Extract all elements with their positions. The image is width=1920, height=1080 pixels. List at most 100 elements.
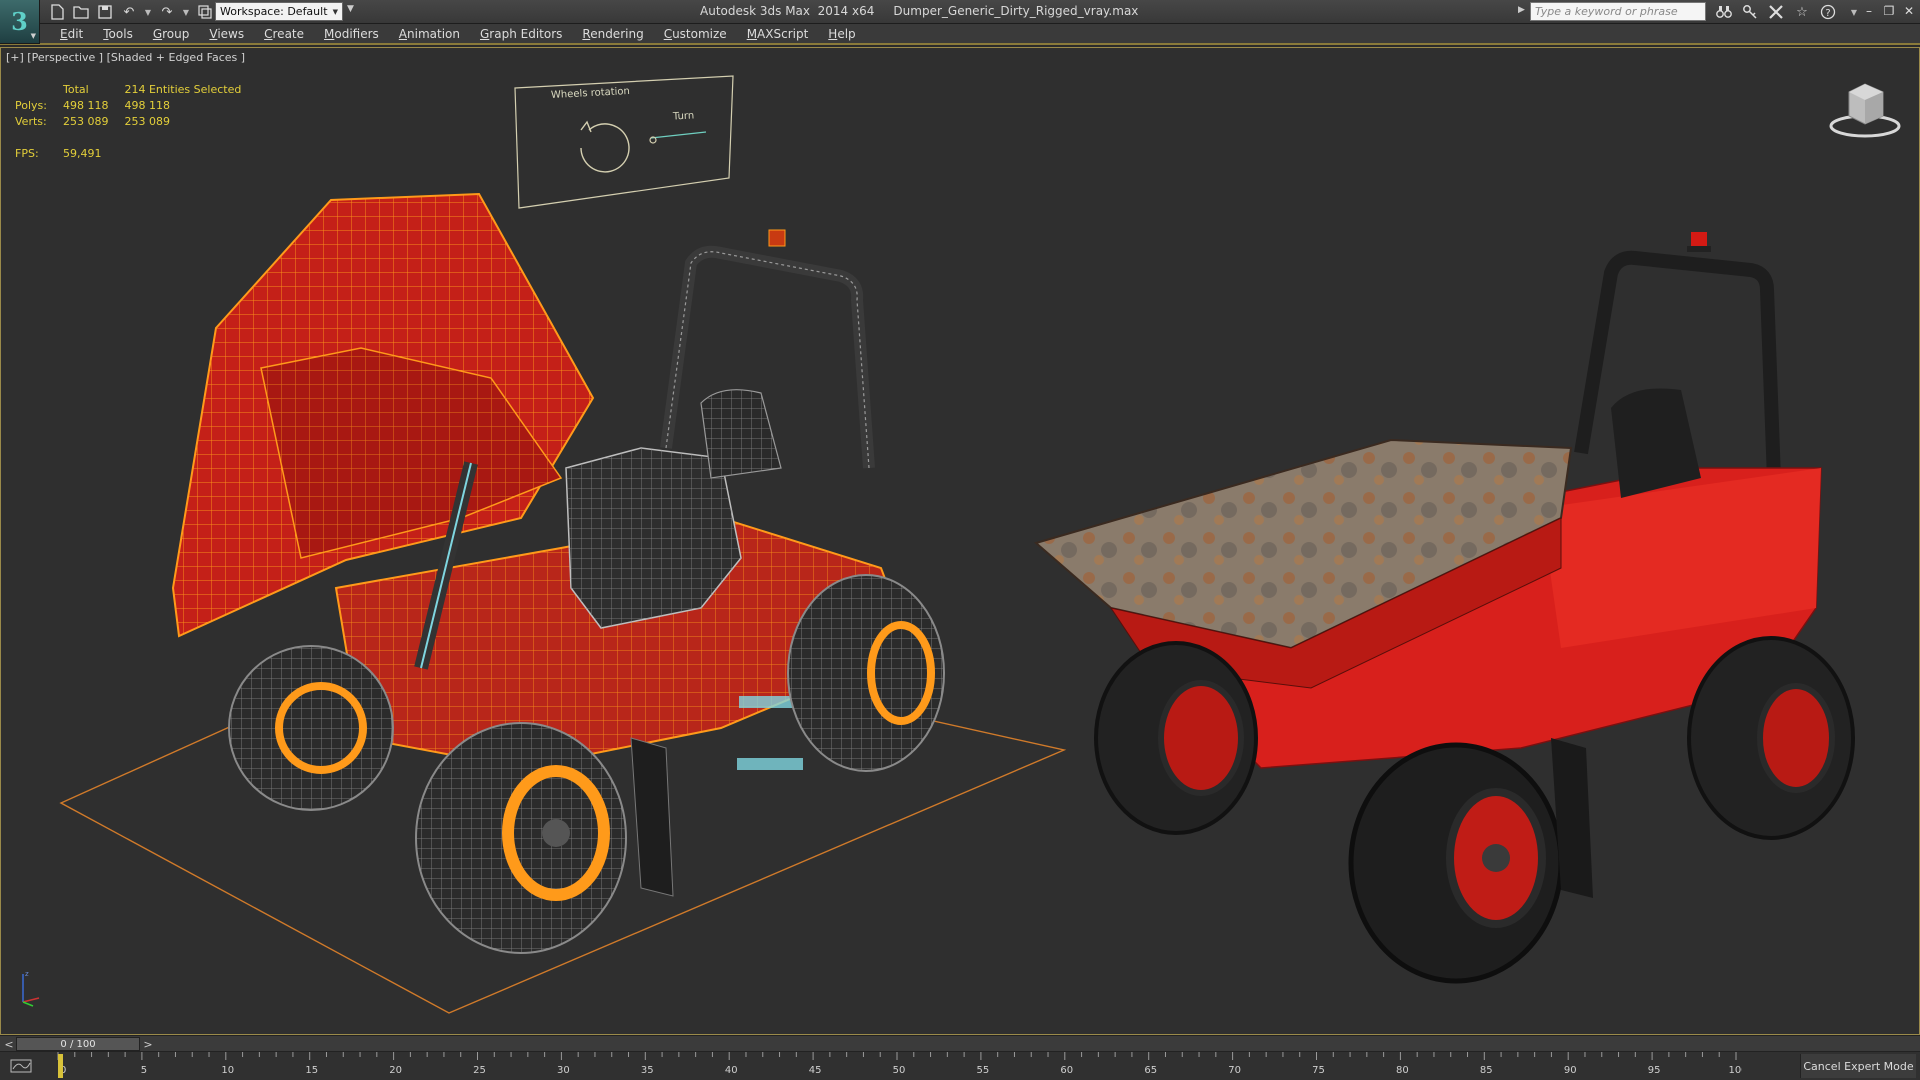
ruler-label: 90 bbox=[1564, 1065, 1577, 1076]
ruler-label: 80 bbox=[1396, 1065, 1409, 1076]
viewcube-icon[interactable] bbox=[1827, 78, 1903, 140]
customize-toolbar-icon[interactable]: ▼ bbox=[347, 4, 354, 14]
menu-edit[interactable]: Edit bbox=[50, 24, 93, 45]
menu-animation[interactable]: Animation bbox=[389, 24, 470, 45]
mini-curve-editor-icon[interactable] bbox=[6, 1057, 36, 1075]
menu-group[interactable]: Group bbox=[143, 24, 200, 45]
rendered-wheel-rear-left bbox=[1094, 641, 1258, 835]
ruler-label: 75 bbox=[1312, 1065, 1325, 1076]
ruler-label: 100 bbox=[1728, 1065, 1742, 1076]
application-menu-button[interactable]: 3 ▼ bbox=[0, 0, 40, 44]
menu-customize[interactable]: Customize bbox=[654, 24, 737, 45]
ruler-label: 40 bbox=[725, 1065, 738, 1076]
wireframe-wheel-rear-right bbox=[787, 574, 945, 772]
ruler-label: 25 bbox=[473, 1065, 486, 1076]
workspace-dropdown[interactable]: Workspace: Default ▼ bbox=[215, 2, 343, 21]
ruler-label: 85 bbox=[1480, 1065, 1493, 1076]
redo-dropdown-icon[interactable]: ▼ bbox=[180, 2, 192, 22]
ruler-label: 50 bbox=[893, 1065, 906, 1076]
ruler-label: 65 bbox=[1144, 1065, 1157, 1076]
info-center-toolbar: ☆ ? ▼ bbox=[1712, 2, 1866, 22]
stats-verts-total: 253 089 bbox=[62, 115, 109, 128]
window-controls: – ❐ ✕ bbox=[1860, 2, 1918, 20]
menu-create[interactable]: Create bbox=[254, 24, 314, 45]
rendered-dumper-model bbox=[1033, 232, 1855, 984]
stats-fps-value: 59,491 bbox=[62, 147, 102, 160]
time-slider-thumb[interactable]: 0 / 100 bbox=[16, 1037, 140, 1051]
menu-views[interactable]: Views bbox=[199, 24, 254, 45]
save-icon[interactable] bbox=[94, 2, 116, 22]
frame-ruler[interactable]: 0 5 10 15 20 25 30 35 40 45 50 55 60 65 70 75 80 85 90 95 10… bbox=[56, 1052, 1742, 1080]
time-slider[interactable]: < 0 / 100 > bbox=[0, 1035, 1920, 1052]
ruler-label: 15 bbox=[305, 1065, 318, 1076]
window-title: Autodesk 3ds Max 2014 x64 Dumper_Generic… bbox=[700, 4, 1139, 18]
exchange-icon[interactable] bbox=[1764, 2, 1788, 22]
stats-fps-label: FPS: bbox=[15, 147, 39, 160]
time-prev-button[interactable]: < bbox=[2, 1036, 16, 1052]
menu-maxscript[interactable]: MAXScript bbox=[737, 24, 819, 45]
binoculars-icon[interactable] bbox=[1712, 2, 1736, 22]
rendered-wheel-front bbox=[1348, 742, 1564, 984]
svg-text:z: z bbox=[25, 970, 29, 978]
track-bar: 0 5 10 15 20 25 30 35 40 45 50 55 60 65 70 75 80 85 90 95 10… bbox=[0, 1052, 1920, 1080]
current-frame-marker[interactable] bbox=[58, 1054, 63, 1078]
restore-icon[interactable]: ❐ bbox=[1880, 2, 1898, 20]
stats-verts-selected: 253 089 bbox=[124, 115, 170, 128]
undo-dropdown-icon[interactable]: ▼ bbox=[142, 2, 154, 22]
ruler-label: 10 bbox=[221, 1065, 234, 1076]
quick-access-toolbar: ↶ ▼ ↷ ▼ bbox=[46, 2, 216, 22]
scene-render bbox=[59, 192, 1855, 1014]
scene-statistics: Total 214 Entities Selected Polys: 498 1… bbox=[15, 82, 257, 162]
ruler-label: 45 bbox=[809, 1065, 822, 1076]
ruler-label: 70 bbox=[1228, 1065, 1241, 1076]
cancel-expert-mode-button[interactable]: Cancel Expert Mode bbox=[1800, 1054, 1916, 1078]
app-logo-glyph: 3 bbox=[11, 7, 28, 36]
stats-polys-total: 498 118 bbox=[62, 99, 109, 112]
stats-total-header: Total bbox=[62, 83, 89, 96]
redo-icon[interactable]: ↷ bbox=[156, 2, 178, 22]
search-input[interactable] bbox=[1530, 2, 1706, 21]
open-folder-icon[interactable] bbox=[70, 2, 92, 22]
beacon-light-wireframe bbox=[768, 229, 786, 247]
close-icon[interactable]: ✕ bbox=[1900, 2, 1918, 20]
ruler-label: 35 bbox=[641, 1065, 654, 1076]
viewport-label[interactable]: [+] [Perspective ] [Shaded + Edged Faces… bbox=[6, 51, 245, 64]
stats-polys-label: Polys: bbox=[15, 99, 47, 112]
ruler-label: 20 bbox=[389, 1065, 402, 1076]
stats-polys-selected: 498 118 bbox=[124, 99, 170, 112]
search-expand-icon[interactable]: ▶ bbox=[1518, 5, 1525, 15]
menu-tools[interactable]: Tools bbox=[93, 24, 143, 45]
rendered-wheel-rear-right bbox=[1687, 636, 1855, 840]
turn-slider-track bbox=[650, 131, 707, 139]
workspace-value: Workspace: Default bbox=[220, 5, 328, 18]
stats-verts-label: Verts: bbox=[15, 115, 47, 128]
time-next-button[interactable]: > bbox=[141, 1036, 155, 1052]
menu-graph-editors[interactable]: Graph Editors bbox=[470, 24, 572, 45]
title-bar: 3 ▼ ↶ ▼ ↷ ▼ Workspace: Default ▼ ▼ Autod… bbox=[0, 0, 1920, 44]
dropdown-arrow-icon: ▼ bbox=[30, 31, 36, 40]
star-icon[interactable]: ☆ bbox=[1790, 2, 1814, 22]
wireframe-step-lower bbox=[737, 758, 803, 770]
ruler-label: 30 bbox=[557, 1065, 570, 1076]
axis-tripod-icon: z bbox=[22, 970, 40, 1007]
wireframe-wheel-rear-left bbox=[228, 645, 394, 811]
svg-text:?: ? bbox=[1825, 8, 1830, 19]
ruler-label: 5 bbox=[141, 1065, 147, 1076]
minimize-icon[interactable]: – bbox=[1860, 2, 1878, 20]
menu-modifiers[interactable]: Modifiers bbox=[314, 24, 389, 45]
stats-selected-header: 214 Entities Selected bbox=[124, 83, 242, 96]
menu-items: Edit Tools Group Views Create Modifiers Animat… bbox=[50, 24, 866, 45]
rotation-arc-icon bbox=[580, 123, 630, 173]
ruler-label: 95 bbox=[1648, 1065, 1661, 1076]
rig-turn-label: Turn bbox=[672, 110, 695, 123]
wireframe-dumper-model bbox=[171, 192, 945, 954]
key-icon[interactable] bbox=[1738, 2, 1762, 22]
new-file-icon[interactable] bbox=[46, 2, 68, 22]
perspective-viewport[interactable]: [+] [Perspective ] [Shaded + Edged Faces… bbox=[0, 47, 1920, 1035]
menu-rendering[interactable]: Rendering bbox=[572, 24, 653, 45]
menu-bar: Edit Tools Group Views Create Modifiers Animat… bbox=[0, 24, 1920, 45]
project-folder-icon[interactable] bbox=[194, 2, 216, 22]
help-icon[interactable]: ? bbox=[1816, 2, 1840, 22]
undo-icon[interactable]: ↶ bbox=[118, 2, 140, 22]
menu-help[interactable]: Help bbox=[818, 24, 865, 45]
